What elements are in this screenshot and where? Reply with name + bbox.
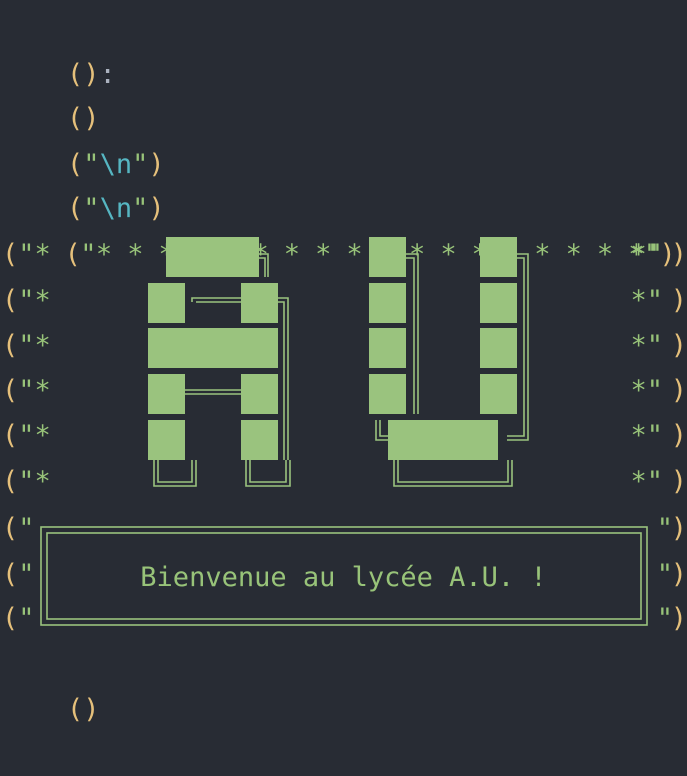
- paren-pair: (): [67, 694, 100, 725]
- welcome-message: Bienvenue au lycée A.U. !: [140, 562, 547, 593]
- letter-u: [369, 237, 517, 460]
- letter-a: [148, 237, 278, 460]
- code-editor[interactable]: (): () ("\n") ("\n") ("* * * * * * * * *…: [0, 0, 687, 725]
